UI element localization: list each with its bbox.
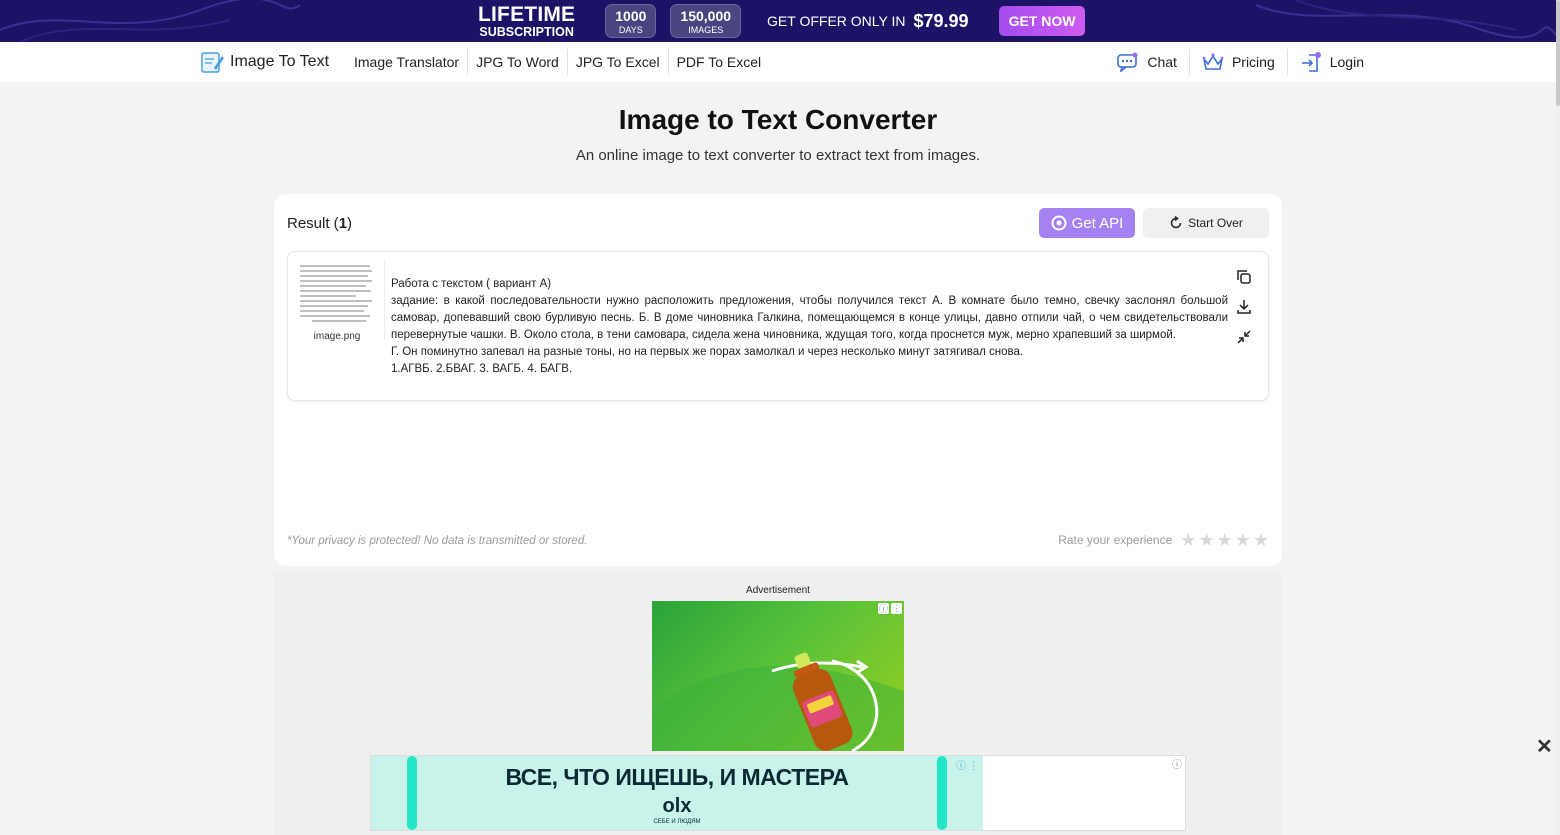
get-api-button[interactable]: Get API	[1039, 208, 1135, 238]
notepad-pen-icon	[201, 52, 224, 73]
image-thumbnail[interactable]	[296, 262, 376, 327]
offer-text: GET OFFER ONLY IN	[767, 13, 906, 29]
star-icon[interactable]: ★	[1235, 531, 1251, 549]
close-ad-icon[interactable]: ✕	[1536, 734, 1553, 759]
ad-bottle-image	[652, 652, 904, 751]
lifetime-subscription: LIFETIME SUBSCRIPTION	[478, 4, 575, 39]
chat-link[interactable]: Chat	[1105, 49, 1190, 75]
bottom-ad-headline: ВСЕ, ЧТО ИЩЕШЬ, И МАСТЕРА	[505, 764, 849, 790]
star-icon[interactable]: ★	[1180, 531, 1196, 549]
bottom-ad-creative: ВСЕ, ЧТО ИЩЕШЬ, И МАСТЕРА olx СЕБЕ И ЛЮД…	[371, 756, 983, 830]
ad-info-icon[interactable]: ⓘ ⋮	[956, 757, 979, 772]
get-api-label: Get API	[1071, 214, 1124, 232]
result-count: 1	[338, 215, 348, 232]
scrollbar-thumb[interactable]	[1556, 0, 1560, 106]
star-icon[interactable]: ★	[1198, 531, 1214, 549]
star-icon[interactable]: ★	[1253, 531, 1269, 549]
days-value: 1000	[615, 8, 647, 24]
extracted-line: задание: в какой последовательности нужн…	[391, 295, 1228, 341]
decorative-swirl-right	[1256, 0, 1556, 39]
extracted-line: 1.АГВБ. 2.БВАГ. 3. ВАГБ. 4. БАГВ.	[391, 363, 573, 375]
extracted-line: Г. Он поминутно запевал на разные тоны, …	[391, 346, 1024, 358]
images-pill: 150,000 IMAGES	[670, 4, 742, 38]
bottom-advertisement[interactable]: ВСЕ, ЧТО ИЩЕШЬ, И МАСТЕРА olx СЕБЕ И ЛЮД…	[370, 755, 1186, 831]
ad-choices[interactable]: ⓘ ⋮	[878, 603, 902, 614]
logo-text: Image To Text	[230, 53, 330, 70]
pricing-label: Pricing	[1231, 54, 1275, 70]
advertisement-banner[interactable]: ⓘ ⋮	[652, 601, 904, 751]
ad-menu-icon[interactable]: ⋮	[891, 603, 902, 614]
nav-jpg-to-excel[interactable]: JPG To Excel	[568, 49, 669, 75]
api-gear-icon	[1051, 215, 1067, 231]
logo[interactable]: Image To Text	[200, 50, 329, 74]
decorative-swirl-left	[0, 0, 300, 42]
get-now-button[interactable]: GET NOW	[998, 6, 1086, 36]
download-icon	[1237, 300, 1251, 314]
days-label: DAYS	[618, 25, 643, 35]
nav-jpg-to-word[interactable]: JPG To Word	[468, 49, 568, 75]
top-nav: Image To Text Image Translator JPG To Wo…	[0, 42, 1556, 82]
download-button[interactable]	[1234, 292, 1254, 322]
page-subtitle: An online image to text converter to ext…	[575, 147, 981, 164]
extracted-text[interactable]: Работа с текстом ( вариант А) задание: в…	[391, 276, 1228, 378]
nav-links: Image Translator JPG To Word JPG To Exce…	[346, 42, 769, 82]
days-pill: 1000 DAYS	[605, 4, 657, 38]
result-label-prefix: Result (	[287, 215, 339, 232]
extracted-line: Работа с текстом ( вариант А)	[391, 278, 552, 290]
chat-label: Chat	[1147, 54, 1177, 70]
login-link[interactable]: Login	[1288, 49, 1376, 75]
result-heading: Result (1)	[287, 215, 352, 232]
result-item: image.png Работа с текстом ( вариант А) …	[287, 251, 1269, 401]
bottom-ad-tagline: СЕБЕ И ЛЮДЯМ	[653, 819, 701, 825]
pricing-link[interactable]: Pricing	[1190, 49, 1288, 75]
collapse-button[interactable]	[1234, 322, 1254, 352]
nav-pdf-to-excel[interactable]: PDF To Excel	[669, 49, 770, 75]
login-icon	[1301, 52, 1321, 72]
star-icon[interactable]: ★	[1217, 531, 1233, 549]
ad-info-icon[interactable]: ⓘ	[878, 603, 889, 614]
promo-banner[interactable]: LIFETIME SUBSCRIPTION 1000 DAYS 150,000 …	[0, 0, 1556, 42]
lifetime-subtitle: SUBSCRIPTION	[479, 24, 574, 39]
ad-info-icon[interactable]: ⓘ	[1172, 756, 1182, 771]
images-value: 150,000	[680, 8, 732, 24]
refresh-icon	[1170, 216, 1182, 229]
login-label: Login	[1329, 54, 1364, 70]
copy-button[interactable]	[1234, 262, 1254, 292]
crown-icon	[1202, 53, 1224, 70]
start-over-label: Start Over	[1188, 216, 1243, 230]
result-label-suffix: )	[347, 215, 353, 232]
image-file-name: image.png	[313, 331, 361, 342]
privacy-note: *Your privacy is protected! No data is t…	[287, 535, 588, 547]
rate-label: Rate your experience	[1058, 533, 1173, 547]
olx-logo: olx	[662, 795, 692, 817]
advertisement-label: Advertisement	[746, 585, 810, 596]
divider	[384, 260, 385, 340]
images-label: IMAGES	[688, 25, 724, 35]
scrollbar[interactable]	[1556, 0, 1560, 835]
copy-icon	[1237, 270, 1251, 284]
start-over-button[interactable]: Start Over	[1143, 208, 1269, 238]
chat-icon	[1117, 52, 1138, 72]
collapse-icon	[1237, 330, 1251, 344]
result-card: Result (1) Get API Start Over image.png	[274, 194, 1282, 566]
page-title: Image to Text Converter	[618, 104, 938, 135]
nav-image-translator[interactable]: Image Translator	[346, 49, 469, 75]
result-actions	[1234, 262, 1254, 352]
rating-widget: Rate your experience ★ ★ ★ ★ ★	[1058, 531, 1269, 549]
offer-price: $79.99	[913, 10, 969, 31]
nav-right: Chat Pricing Login	[1105, 42, 1376, 82]
lifetime-title: LIFETIME	[478, 2, 576, 26]
